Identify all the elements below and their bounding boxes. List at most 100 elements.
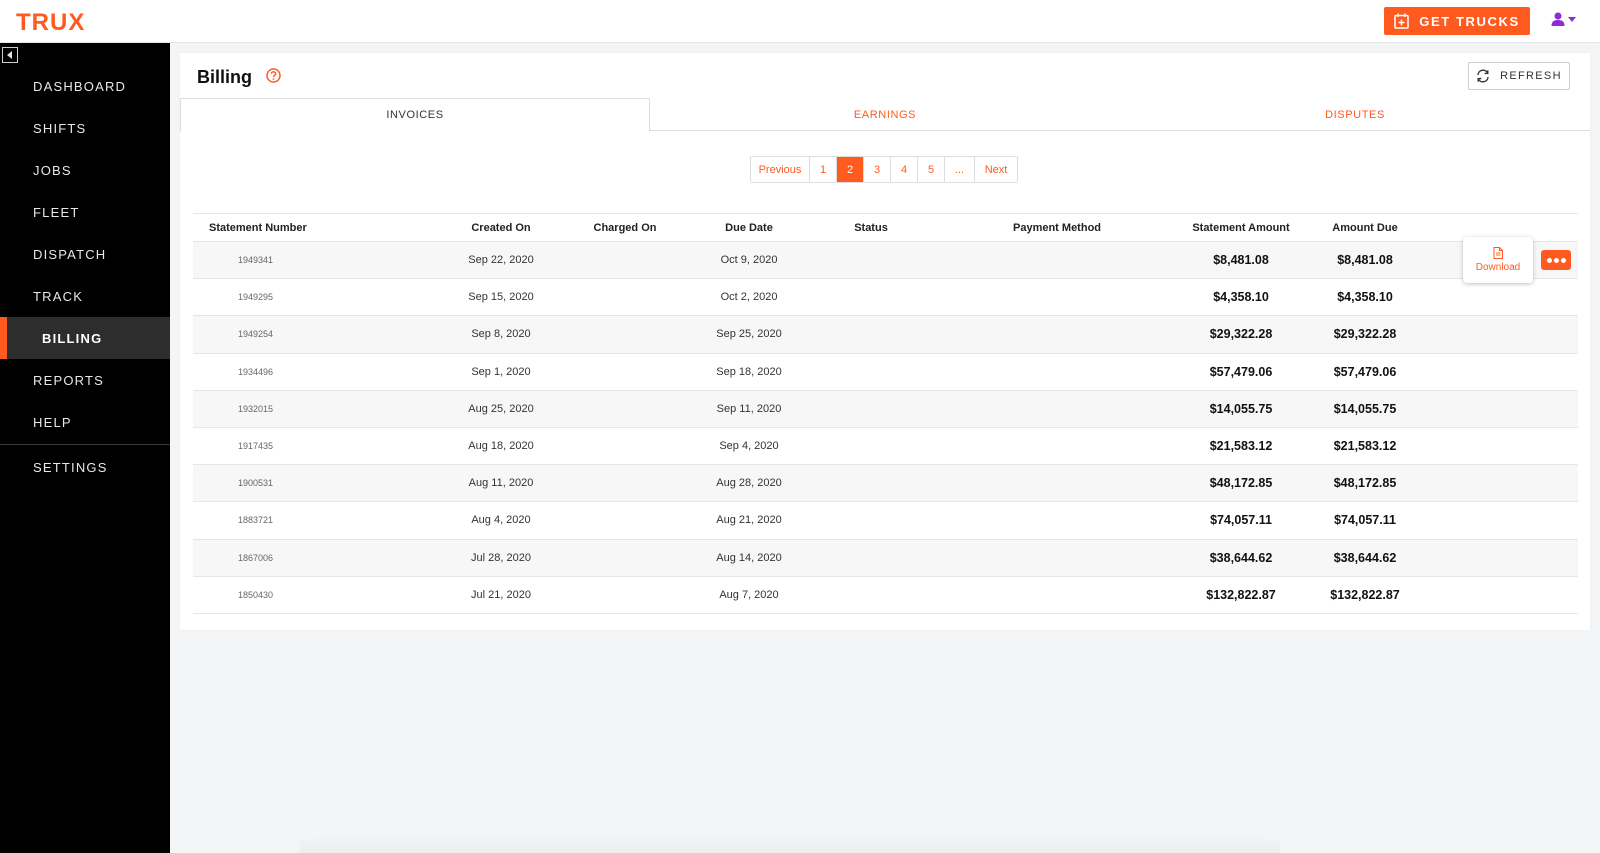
sidebar-item-shifts[interactable]: SHIFTS (0, 107, 170, 149)
due-date-cell: Sep 4, 2020 (719, 440, 779, 453)
table-header: Statement Number Created On Charged On Due … (193, 213, 1578, 242)
pagination-next[interactable]: Next (975, 157, 1017, 182)
pagination: Previous 1 2 3 4 5 ... Next (750, 156, 1018, 183)
more-dots-icon (1546, 257, 1552, 263)
created-on-cell: Aug 18, 2020 (468, 440, 534, 453)
table-row[interactable]: 1949295 Sep 15, 2020 Oct 2, 2020 $4,358.10 $… (193, 279, 1578, 317)
sidebar-item-jobs[interactable]: JOBS (0, 149, 170, 191)
refresh-button[interactable]: REFRESH (1468, 62, 1570, 90)
created-on-cell: Aug 11, 2020 (468, 477, 534, 490)
trux-logo[interactable]: TRUX (16, 9, 85, 37)
table-row[interactable]: 1949254 Sep 8, 2020 Sep 25, 2020 $29,322.28… (193, 316, 1578, 354)
get-trucks-button[interactable]: GET TRUCKS (1384, 7, 1530, 35)
table-row[interactable]: 1949341 Sep 22, 2020 Oct 9, 2020 $8,481.08 $… (193, 242, 1578, 280)
due-date-cell: Sep 18, 2020 (716, 365, 782, 378)
download-label: Download (1475, 262, 1521, 273)
sidebar-item-fleet[interactable]: FLEET (0, 191, 170, 233)
amount-due-cell: $4,358.10 (1337, 290, 1393, 305)
amount-due-cell: $29,322.28 (1333, 327, 1397, 342)
created-on-cell: Sep 15, 2020 (468, 291, 534, 304)
created-on-cell: Jul 21, 2020 (471, 588, 531, 601)
pagination-ellipsis[interactable]: ... (945, 157, 975, 182)
statement-amount-cell: $132,822.87 (1206, 587, 1276, 602)
statement-amount-cell: $57,479.06 (1209, 364, 1273, 379)
page-title: Billing (197, 67, 252, 87)
statement-number-cell: 1949295 (238, 292, 274, 303)
statement-amount-cell: $38,644.62 (1209, 550, 1273, 565)
pagination-previous[interactable]: Previous (751, 157, 810, 182)
user-menu[interactable] (1551, 12, 1576, 26)
created-on-cell: Jul 28, 2020 (471, 551, 531, 564)
statement-amount-cell: $29,322.28 (1209, 327, 1273, 342)
created-on-cell: Aug 25, 2020 (468, 402, 534, 415)
amount-due-cell: $14,055.75 (1333, 401, 1397, 416)
table-row[interactable]: 1867006 Jul 28, 2020 Aug 14, 2020 $38,644.6… (193, 539, 1578, 577)
tab-disputes[interactable]: DISPUTES (1120, 98, 1590, 131)
sidebar-item-billing[interactable]: BILLING (0, 317, 170, 359)
pagination-page-3[interactable]: 3 (864, 157, 891, 182)
sidebar-item-settings[interactable]: SETTINGS (0, 446, 170, 488)
amount-due-cell: $48,172.85 (1333, 476, 1397, 491)
table-row[interactable]: 1883721 Aug 4, 2020 Aug 21, 2020 $74,057.11… (193, 502, 1578, 540)
sidebar-item-dispatch[interactable]: DISPATCH (0, 233, 170, 275)
collapse-sidebar-button[interactable] (2, 47, 18, 63)
col-created-on-header: Created On (471, 221, 531, 234)
sidebar-item-help[interactable]: HELP (0, 401, 170, 443)
col-amount-due-header: Amount Due (1332, 221, 1398, 234)
statement-amount-cell: $21,583.12 (1209, 439, 1273, 454)
statement-number-cell: 1949254 (238, 329, 274, 340)
amount-due-cell: $57,479.06 (1333, 364, 1397, 379)
table-row[interactable]: 1900531 Aug 11, 2020 Aug 28, 2020 $48,172.8… (193, 465, 1578, 503)
col-charged-on-header: Charged On (593, 221, 657, 234)
due-date-cell: Sep 11, 2020 (716, 402, 782, 415)
col-status-header: Status (854, 221, 888, 234)
sidebar-item-track[interactable]: TRACK (0, 275, 170, 317)
sidebar-item-reports[interactable]: REPORTS (0, 359, 170, 401)
due-date-cell: Oct 2, 2020 (720, 291, 778, 304)
file-icon (1493, 247, 1503, 259)
created-on-cell: Aug 4, 2020 (471, 514, 531, 527)
statement-amount-cell: $8,481.08 (1213, 253, 1269, 268)
caret-down-icon (1568, 16, 1576, 22)
sidebar-item-dashboard[interactable]: DASHBOARD (0, 65, 170, 107)
pagination-page-4[interactable]: 4 (891, 157, 918, 182)
due-date-cell: Aug 28, 2020 (716, 477, 782, 490)
tab-earnings[interactable]: EARNINGS (650, 98, 1120, 131)
invoices-table: Statement Number Created On Charged On Due … (193, 213, 1578, 614)
amount-due-cell: $38,644.62 (1333, 550, 1397, 565)
table-row[interactable]: 1917435 Aug 18, 2020 Sep 4, 2020 $21,583.12… (193, 427, 1578, 466)
get-trucks-label: GET TRUCKS (1419, 13, 1520, 29)
table-row[interactable]: 1932015 Aug 25, 2020 Sep 11, 2020 $14,055.7… (193, 390, 1578, 428)
table-row[interactable]: 1850430 Jul 21, 2020 Aug 7, 2020 $132,822.8… (193, 576, 1578, 614)
pagination-page-1[interactable]: 1 (810, 157, 837, 182)
calendar-plus-icon (1394, 13, 1409, 29)
pagination-page-5[interactable]: 5 (918, 157, 945, 182)
bottom-shadow (300, 830, 1280, 853)
top-bar: TRUX GET TRUCKS (0, 0, 1600, 43)
due-date-cell: Aug 14, 2020 (716, 551, 782, 564)
refresh-label: REFRESH (1500, 70, 1562, 82)
download-popover[interactable]: Download (1463, 237, 1533, 283)
due-date-cell: Sep 25, 2020 (716, 328, 782, 341)
sidebar-nav: DASHBOARD SHIFTS JOBS FLEET DISPATCH TRA… (0, 65, 170, 488)
billing-tabs: INVOICES EARNINGS DISPUTES (180, 98, 1590, 132)
statement-number-cell: 1934496 (238, 366, 274, 377)
user-icon (1551, 12, 1565, 26)
col-statement-number-header: Statement Number (209, 221, 307, 234)
statement-amount-cell: $48,172.85 (1209, 476, 1273, 491)
pagination-page-2[interactable]: 2 (837, 157, 864, 182)
col-due-date-header: Due Date (725, 221, 773, 234)
statement-number-cell: 1949341 (238, 255, 274, 266)
table-body: 1949341 Sep 22, 2020 Oct 9, 2020 $8,481.08 $… (193, 242, 1578, 614)
statement-number-cell: 1883721 (238, 515, 274, 526)
statement-number-cell: 1932015 (238, 403, 274, 414)
row-more-button[interactable] (1541, 250, 1571, 270)
table-row[interactable]: 1934496 Sep 1, 2020 Sep 18, 2020 $57,479.06… (193, 353, 1578, 391)
due-date-cell: Aug 7, 2020 (719, 588, 779, 601)
statement-number-cell: 1900531 (238, 478, 274, 489)
statement-number-cell: 1850430 (238, 589, 274, 600)
help-icon[interactable] (266, 68, 281, 83)
amount-due-cell: $8,481.08 (1337, 253, 1393, 268)
tab-invoices[interactable]: INVOICES (180, 98, 650, 132)
amount-due-cell: $21,583.12 (1333, 439, 1397, 454)
